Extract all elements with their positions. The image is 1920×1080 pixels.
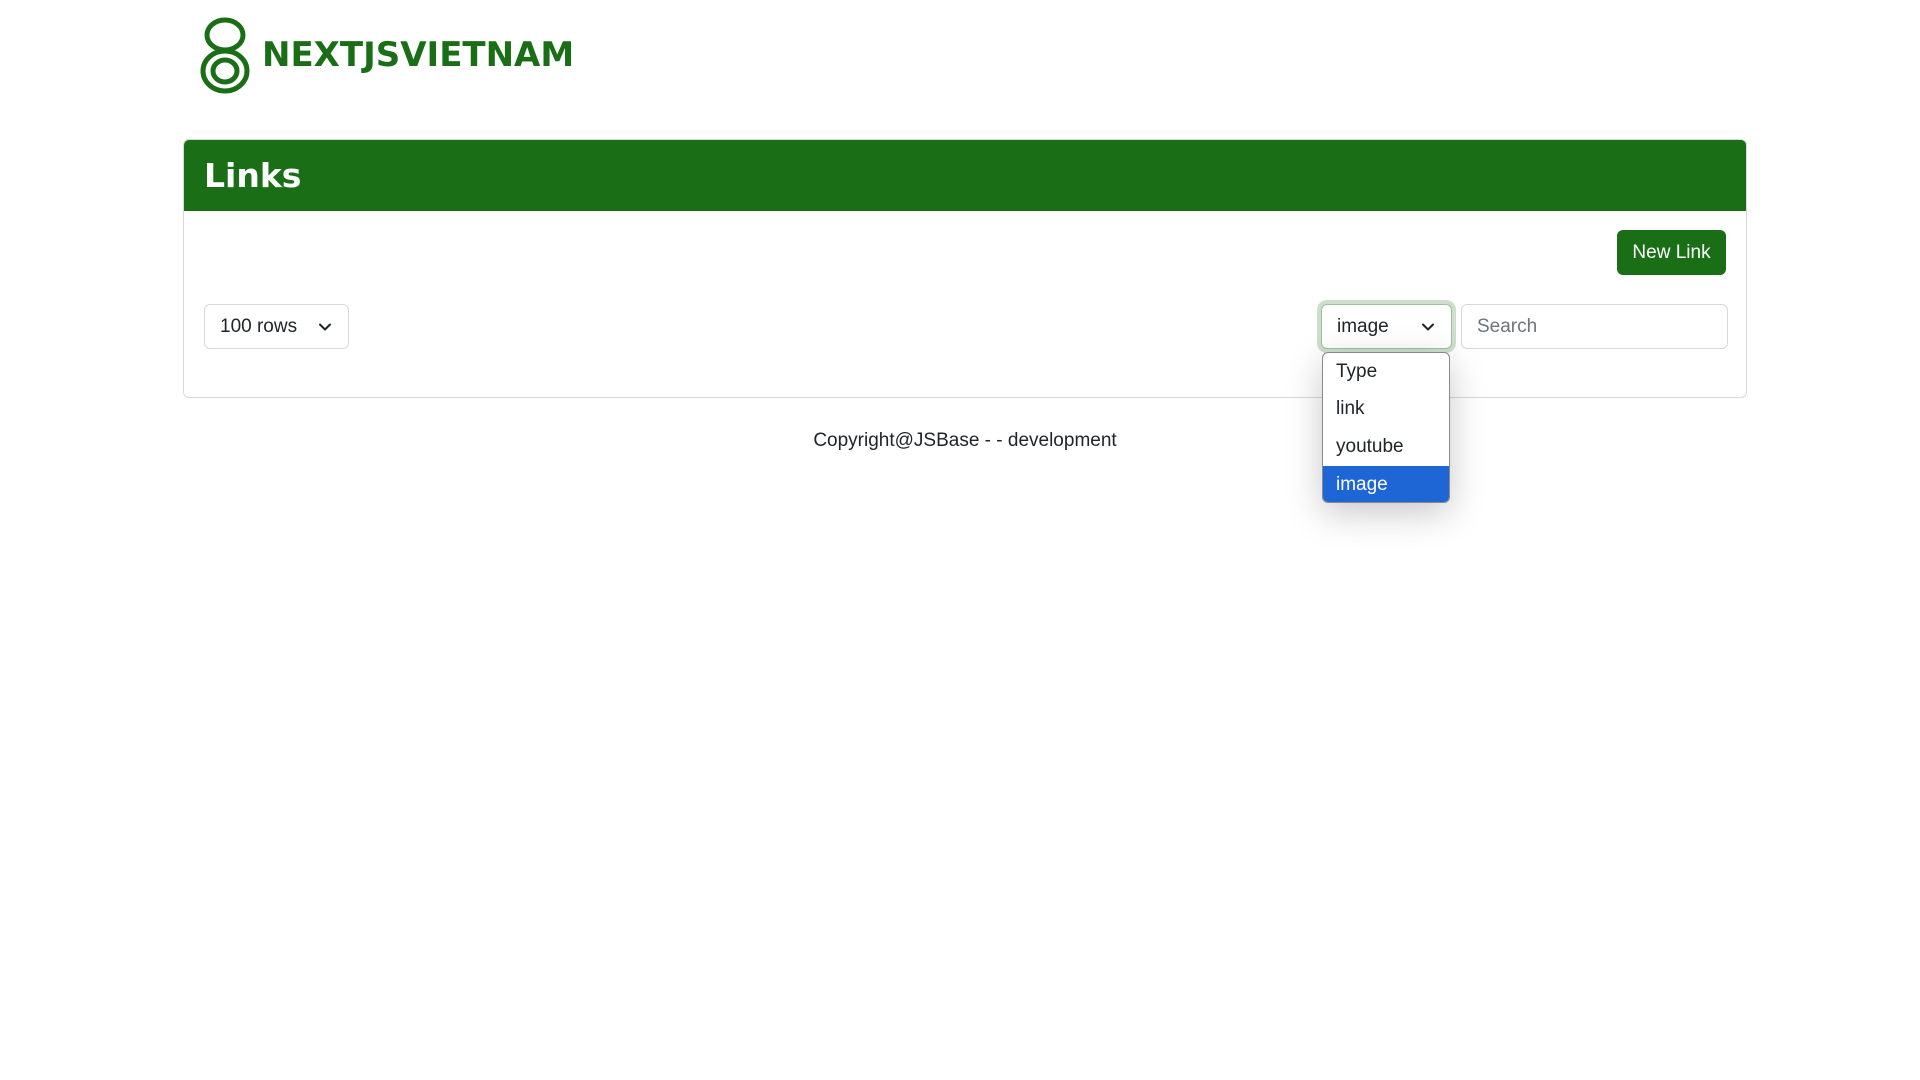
brand-name: NEXTJSVIETNAM — [262, 35, 575, 75]
type-dropdown-list: Type link youtube image — [1322, 352, 1450, 503]
option-link[interactable]: link — [1323, 390, 1449, 428]
rows-per-page-select[interactable]: 100 rows — [204, 304, 349, 349]
chevron-down-icon — [319, 323, 331, 330]
type-select-value: image — [1337, 315, 1389, 337]
brand-logo[interactable]: NEXTJSVIETNAM — [196, 15, 574, 95]
option-type[interactable]: Type — [1323, 353, 1449, 390]
new-link-button[interactable]: New Link — [1617, 230, 1726, 275]
footer-copyright: Copyright@JSBase - - development — [813, 430, 1117, 451]
type-filter-select[interactable]: image — [1321, 304, 1452, 349]
rows-select-value: 100 rows — [220, 315, 298, 337]
page-title: Links — [204, 156, 302, 195]
links-card: Links New Link 100 rows image — [183, 139, 1747, 398]
chevron-down-icon — [1422, 323, 1434, 330]
option-youtube[interactable]: youtube — [1323, 428, 1449, 466]
option-image[interactable]: image — [1323, 466, 1449, 502]
search-input[interactable] — [1461, 304, 1728, 349]
card-header: Links — [184, 140, 1746, 211]
nextjsvietnam-logo-icon — [200, 17, 250, 94]
